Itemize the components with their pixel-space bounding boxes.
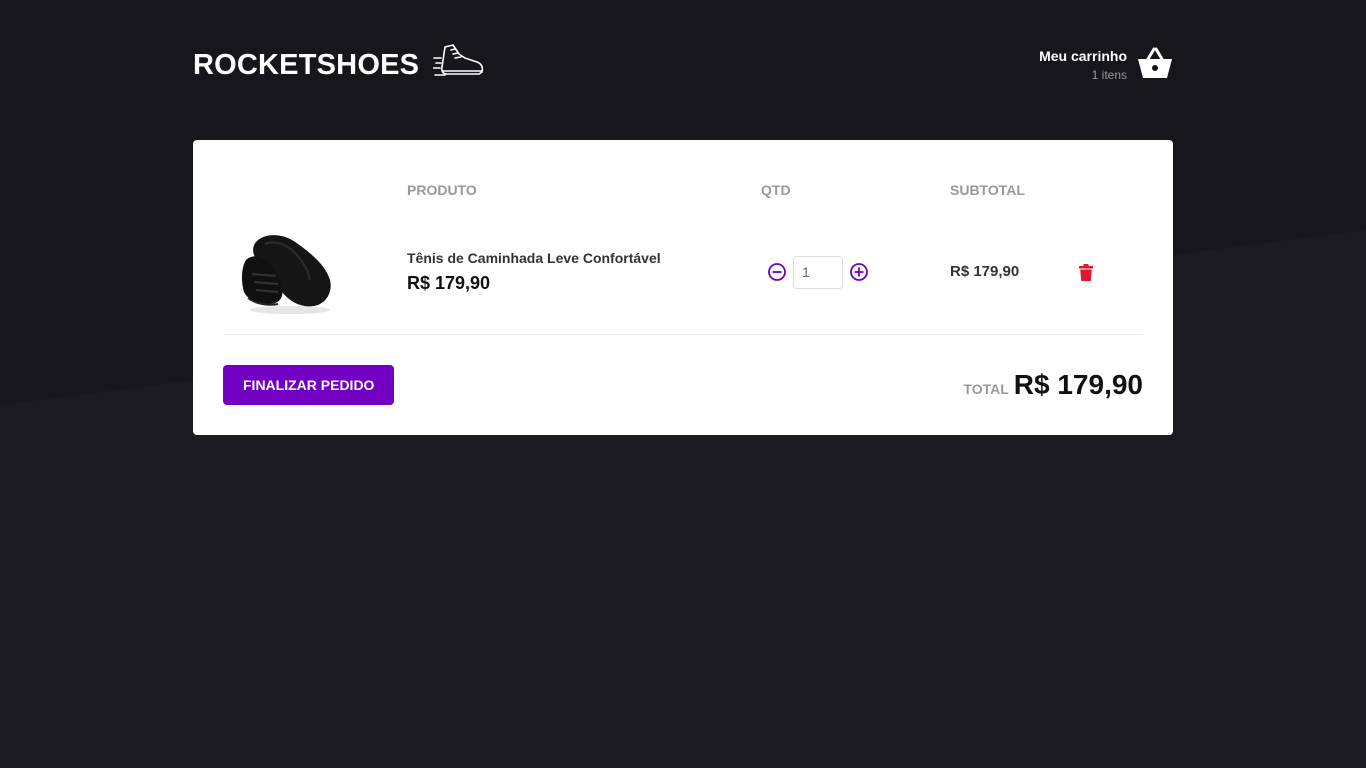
quantity-stepper <box>761 255 930 289</box>
column-product: PRODUTO <box>407 182 477 198</box>
cart-info: Meu carrinho 1 itens <box>1039 48 1127 82</box>
logo-text: ROCKETSHOES <box>193 48 420 81</box>
total: TOTAL R$ 179,90 <box>963 369 1143 401</box>
cart-card: PRODUTO QTD SUBTOTAL Tênis de Caminhada … <box>193 140 1173 435</box>
column-actions <box>1063 170 1143 210</box>
delete-button[interactable] <box>1073 258 1099 287</box>
column-qty: QTD <box>761 182 791 198</box>
running-shoe-icon <box>432 43 485 87</box>
product-image-cell <box>223 210 397 335</box>
total-label: TOTAL <box>963 381 1009 397</box>
table-row: Tênis de Caminhada Leve Confortável R$ 1… <box>223 210 1143 335</box>
finish-order-button[interactable]: FINALIZAR PEDIDO <box>223 365 395 405</box>
quantity-cell <box>751 210 940 335</box>
increment-button[interactable] <box>843 256 875 288</box>
cart-link[interactable]: Meu carrinho 1 itens <box>1039 46 1173 85</box>
actions-cell <box>1063 210 1143 335</box>
trash-icon <box>1079 263 1093 281</box>
product-info-cell: Tênis de Caminhada Leve Confortável R$ 1… <box>397 210 751 335</box>
page-container: ROCKETSHOES Meu carrinho 1 itens PRODUTO… <box>193 0 1173 435</box>
column-subtotal: SUBTOTAL <box>950 182 1025 198</box>
logo-link[interactable]: ROCKETSHOES <box>193 43 485 87</box>
product-image <box>241 235 331 314</box>
cart-title: Meu carrinho <box>1039 48 1127 64</box>
product-title: Tênis de Caminhada Leve Confortável <box>407 250 661 266</box>
header: ROCKETSHOES Meu carrinho 1 itens <box>193 0 1173 140</box>
plus-circle-icon <box>850 263 868 281</box>
product-price: R$ 179,90 <box>407 273 491 293</box>
total-value: R$ 179,90 <box>1013 369 1143 400</box>
subtotal-cell: R$ 179,90 <box>940 210 1063 335</box>
product-table: PRODUTO QTD SUBTOTAL Tênis de Caminhada … <box>223 170 1143 335</box>
subtotal-value: R$ 179,90 <box>950 263 1020 280</box>
column-image <box>223 170 397 210</box>
decrement-button[interactable] <box>761 256 793 288</box>
minus-circle-icon <box>768 263 786 281</box>
quantity-input[interactable] <box>793 255 843 289</box>
cart-footer: FINALIZAR PEDIDO TOTAL R$ 179,90 <box>223 365 1143 405</box>
cart-count: 1 itens <box>1091 68 1127 82</box>
table-header-row: PRODUTO QTD SUBTOTAL <box>223 170 1143 210</box>
shopping-basket-icon <box>1137 46 1173 85</box>
